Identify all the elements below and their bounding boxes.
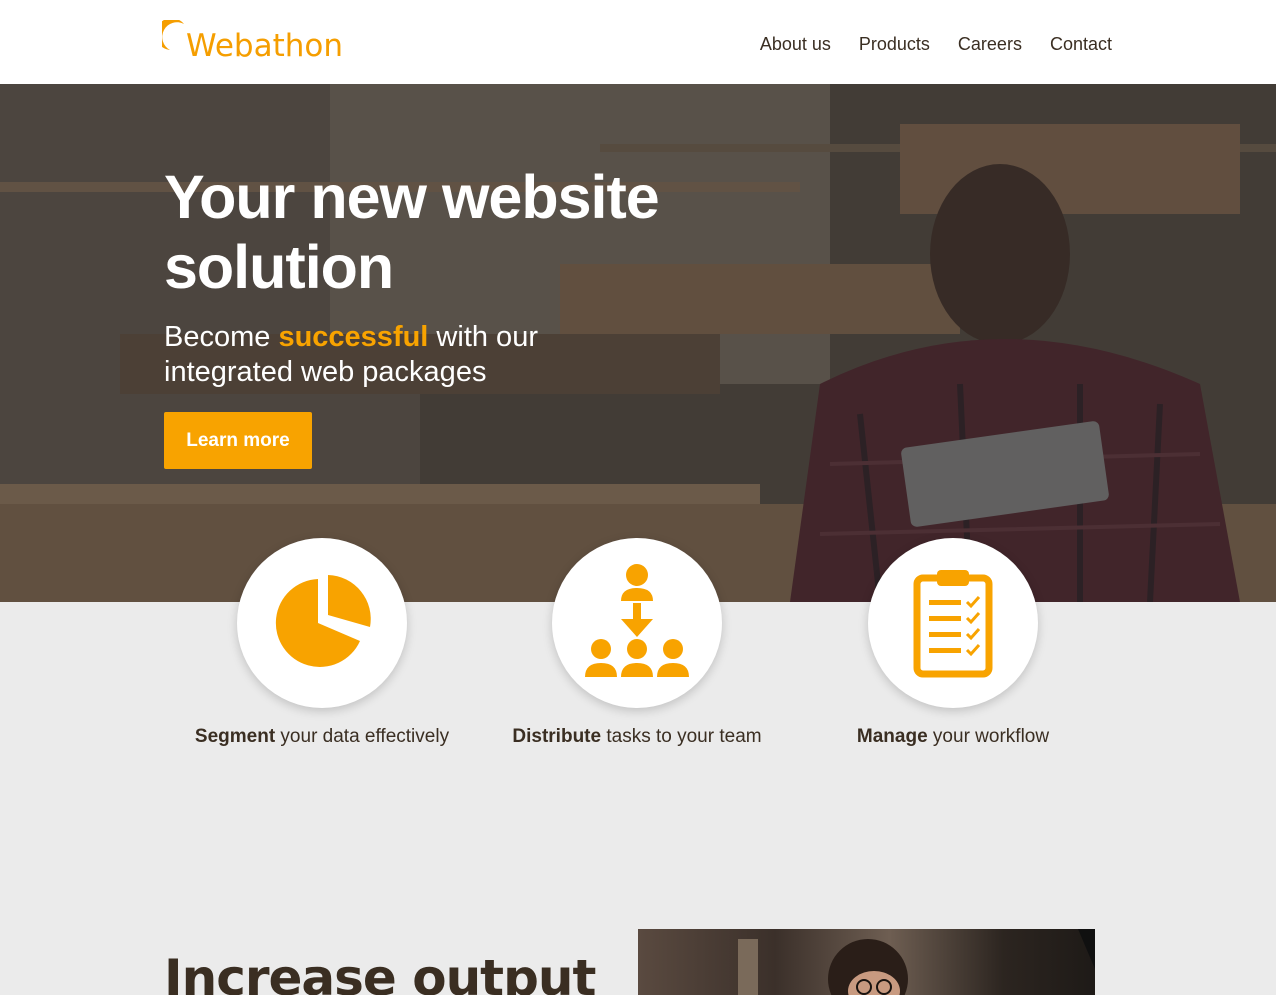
feature-segment: Segment your data effectively: [182, 538, 462, 748]
clipboard-checklist-icon: [913, 570, 993, 678]
feature-icon-circle: [868, 538, 1038, 708]
site-header: Webathon About us Products Careers Conta…: [0, 0, 1276, 84]
nav-about-us[interactable]: About us: [760, 34, 831, 55]
feature-icon-circle: [237, 538, 407, 708]
hero-section: Your new website solution Become success…: [0, 84, 1276, 602]
feature-caption-bold: Manage: [856, 726, 928, 747]
feature-caption-rest: tasks to your team: [601, 726, 762, 747]
brand-name: Webathon: [186, 28, 343, 64]
subtitle-highlight: successful: [278, 321, 429, 353]
main-nav: About us Products Careers Contact: [760, 34, 1112, 55]
feature-caption-rest: your data effectively: [275, 726, 450, 747]
feature-icon-circle: [552, 538, 722, 708]
nav-careers[interactable]: Careers: [958, 34, 1022, 55]
feature-caption-bold: Segment: [194, 726, 276, 747]
woman-with-glasses-photo: [738, 929, 1095, 995]
feature-distribute: Distribute tasks to your team: [497, 538, 777, 748]
feature-caption: Distribute tasks to your team: [497, 726, 777, 748]
section-title: Increase output: [164, 949, 596, 995]
brand-logo[interactable]: Webathon: [162, 20, 343, 68]
pie-chart-icon: [275, 575, 371, 667]
feature-caption-bold: Distribute: [512, 726, 602, 747]
learn-more-button[interactable]: Learn more: [164, 412, 312, 469]
nav-contact[interactable]: Contact: [1050, 34, 1112, 55]
subtitle-text-start: Become: [164, 321, 279, 353]
feature-caption: Segment your data effectively: [182, 726, 462, 748]
nav-products[interactable]: Products: [859, 34, 930, 55]
feature-caption: Manage your workflow: [813, 726, 1093, 748]
feature-caption-rest: your workflow: [927, 726, 1050, 747]
hero-title: Your new website solution: [164, 163, 660, 301]
hero-subtitle: Become successful with our integrated we…: [164, 320, 584, 390]
feature-manage: Manage your workflow: [813, 538, 1093, 748]
section-photo: [638, 929, 1095, 995]
team-distribution-icon: [585, 564, 689, 677]
